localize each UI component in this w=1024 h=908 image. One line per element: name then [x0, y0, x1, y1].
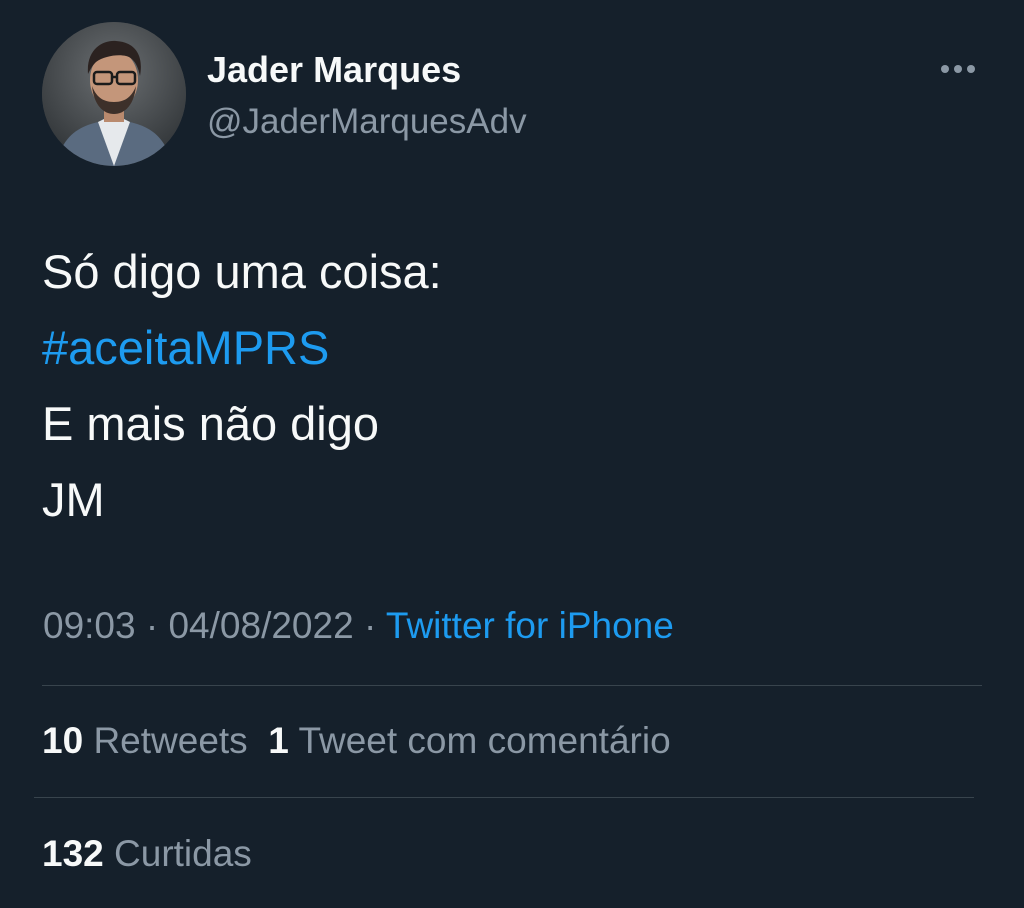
quote-tweets-stat[interactable]: 1 Tweet com comentário: [268, 720, 670, 761]
likes-count: 132: [42, 833, 104, 874]
meta-separator: ·: [363, 605, 377, 646]
avatar[interactable]: [42, 22, 186, 166]
share-stats: 10 Retweets 1 Tweet com comentário: [42, 717, 671, 765]
tweet-meta: 09:03 · 04/08/2022 · Twitter for iPhone: [43, 602, 674, 650]
dot-icon: [941, 65, 949, 73]
retweets-label: Retweets: [93, 720, 248, 761]
quote-tweets-label: Tweet com comentário: [298, 720, 671, 761]
dot-icon: [954, 65, 962, 73]
tweet-line: JM: [42, 473, 105, 526]
quote-tweets-count: 1: [268, 720, 289, 761]
author-name[interactable]: Jader Marques: [207, 48, 461, 92]
tweet-detail: Jader Marques @JaderMarquesAdv Só digo u…: [0, 0, 1024, 908]
likes-label: Curtidas: [114, 833, 252, 874]
divider: [42, 685, 982, 686]
tweet-date[interactable]: 04/08/2022: [168, 605, 353, 646]
like-stats: 132 Curtidas: [42, 830, 252, 878]
dot-icon: [967, 65, 975, 73]
more-options-icon[interactable]: [934, 52, 982, 86]
retweets-stat[interactable]: 10 Retweets: [42, 720, 248, 761]
author-handle[interactable]: @JaderMarquesAdv: [207, 100, 527, 144]
divider: [34, 797, 974, 798]
retweets-count: 10: [42, 720, 84, 761]
likes-stat[interactable]: 132 Curtidas: [42, 833, 252, 874]
tweet-source-link[interactable]: Twitter for iPhone: [386, 605, 674, 646]
meta-separator: ·: [145, 605, 159, 646]
avatar-photo: [42, 22, 186, 166]
tweet-line: Só digo uma coisa:: [42, 245, 442, 298]
tweet-line: E mais não digo: [42, 397, 380, 450]
hashtag-link[interactable]: #aceitaMPRS: [42, 310, 442, 386]
tweet-time[interactable]: 09:03: [43, 605, 136, 646]
tweet-text: Só digo uma coisa: #aceitaMPRS E mais nã…: [42, 234, 442, 538]
